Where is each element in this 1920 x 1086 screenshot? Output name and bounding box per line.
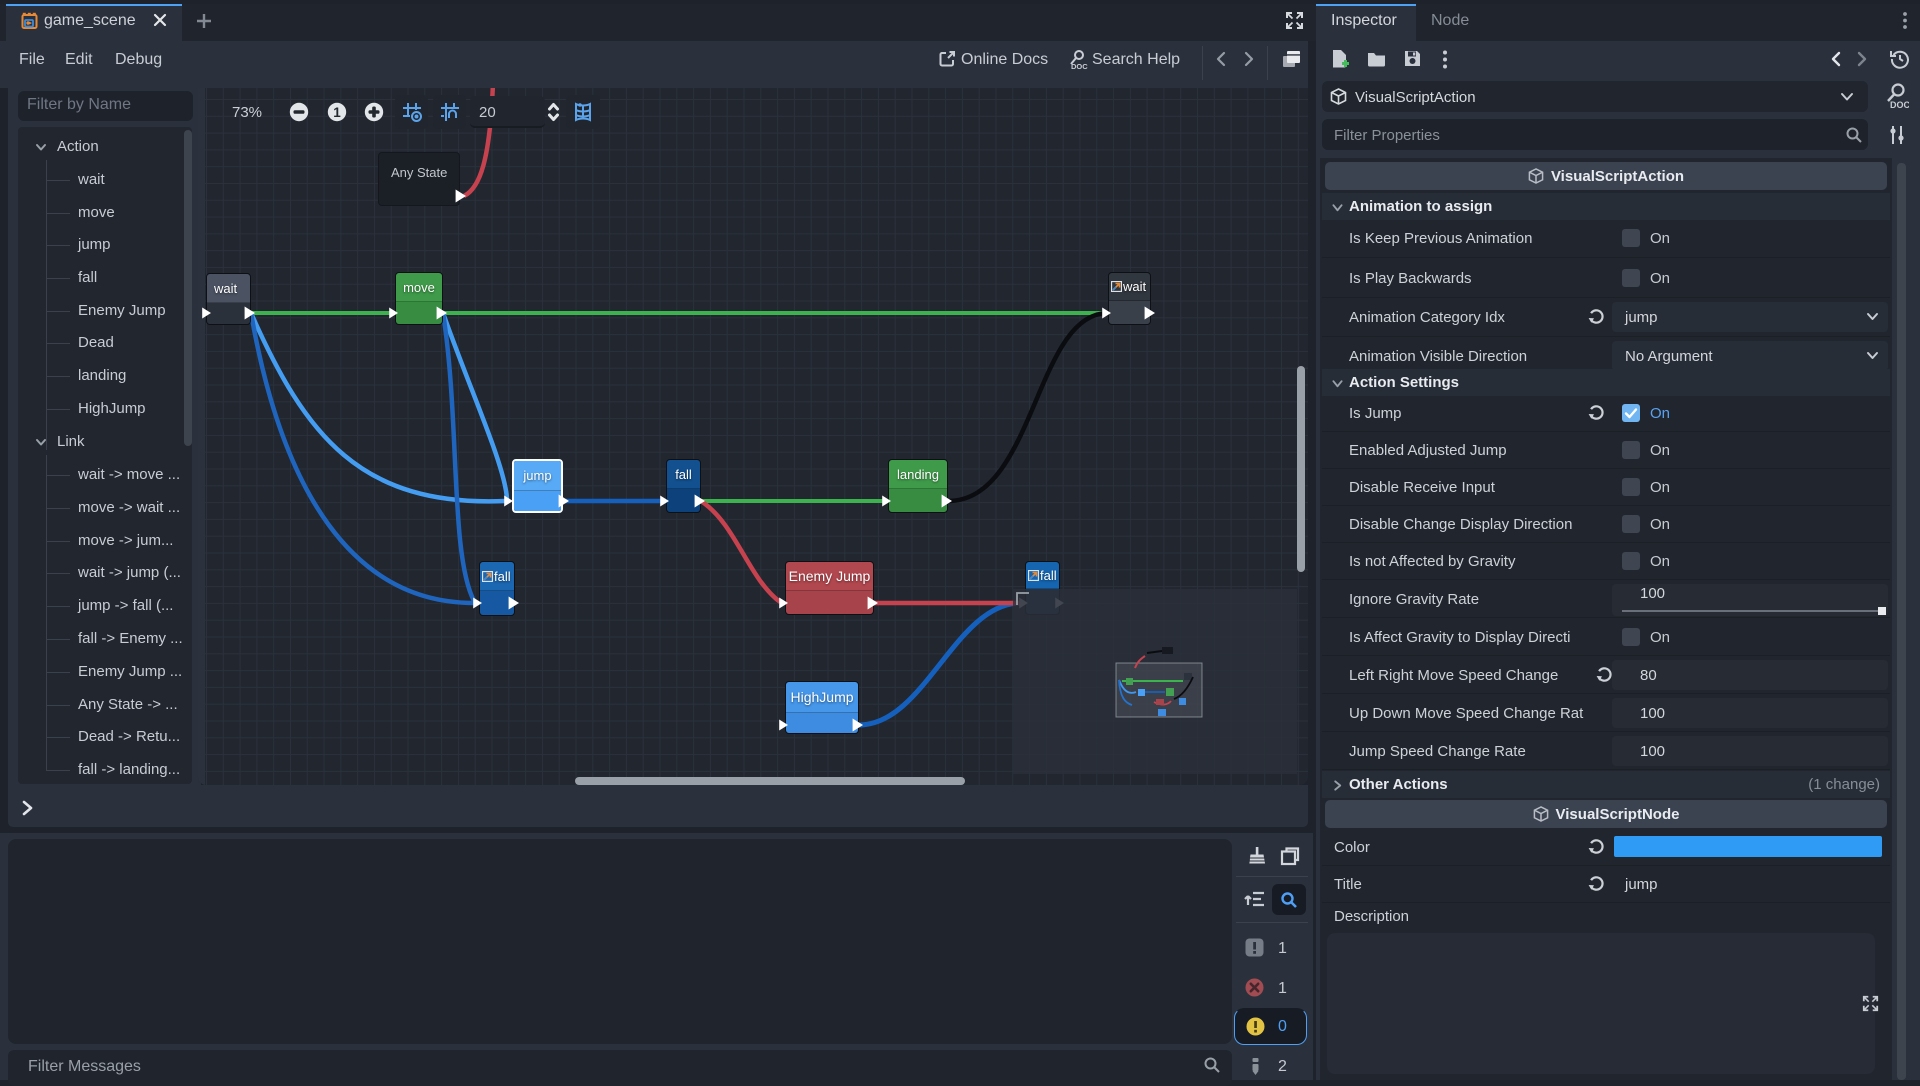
svg-text:DOC: DOC — [1890, 100, 1909, 110]
svg-text:DOC: DOC — [1071, 62, 1088, 70]
